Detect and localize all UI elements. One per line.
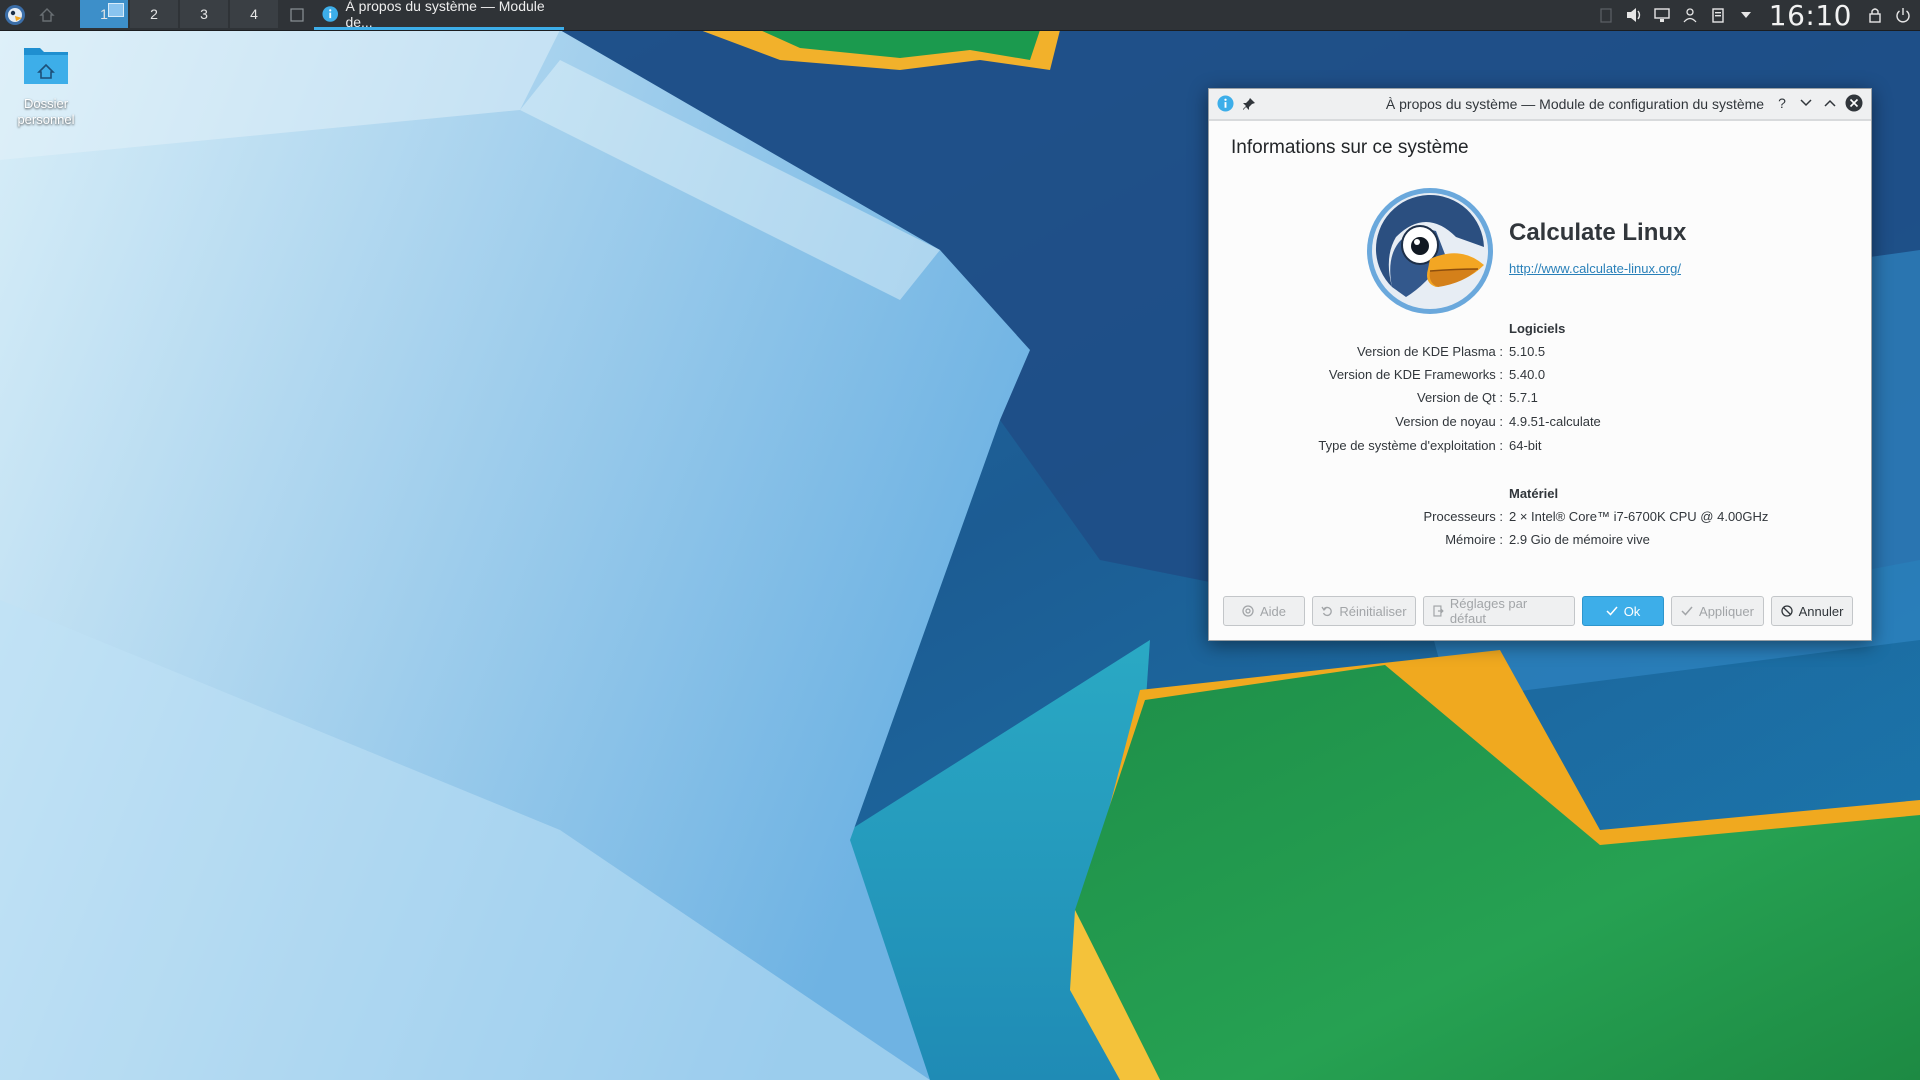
info-key: Version de KDE Frameworks :: [1328, 367, 1503, 382]
checkmark-icon: [1606, 606, 1618, 616]
power-icon[interactable]: [1894, 6, 1912, 24]
dialog-button-bar: Aide Réinitialiser Réglages par défaut O…: [1223, 596, 1853, 626]
dialog-title: À propos du système — Module de configur…: [1385, 96, 1765, 112]
pager-desktop-1[interactable]: 1: [80, 0, 128, 28]
info-row-processors: Processeurs : 2 × Intel® Core™ i7-6700K …: [1209, 509, 1873, 527]
maximize-icon[interactable]: [1821, 94, 1839, 112]
pager-desktop-label: 1: [100, 6, 108, 22]
show-desktop-button[interactable]: [280, 0, 314, 30]
clock[interactable]: 16:10: [1769, 0, 1852, 32]
defaults-button[interactable]: Réglages par défaut: [1423, 596, 1575, 626]
info-row-qt: Version de Qt : 5.7.1: [1209, 390, 1873, 408]
volume-icon[interactable]: [1625, 6, 1643, 24]
desktop-icon-home-folder[interactable]: Dossier personnel: [6, 42, 86, 128]
show-desktop-icon: [290, 8, 304, 22]
pager-desktop-label: 3: [200, 6, 208, 22]
pin-icon[interactable]: [1242, 97, 1256, 111]
info-value: 2 × Intel® Core™ i7-6700K CPU @ 4.00GHz: [1509, 509, 1769, 524]
about-system-dialog: À propos du système — Module de configur…: [1208, 88, 1872, 641]
taskbar-task-system-settings[interactable]: À propos du système — Module de...: [314, 0, 564, 30]
info-icon[interactable]: [1217, 95, 1234, 112]
calculate-linux-logo-icon: [1367, 188, 1493, 314]
folder-home-icon: [24, 48, 68, 84]
virtual-desktop-pager: 1 2 3 4: [80, 0, 280, 30]
home-icon[interactable]: [30, 0, 64, 30]
taskbar: 1 2 3 4 À propos du système — Module de.…: [0, 0, 1920, 32]
info-value: 64-bit: [1509, 438, 1542, 453]
info-value: 5.10.5: [1509, 344, 1546, 359]
info-row-frameworks: Version de KDE Frameworks : 5.40.0: [1209, 367, 1873, 385]
lock-screen-icon[interactable]: [1866, 6, 1884, 24]
help-lifebuoy-icon: [1242, 605, 1254, 617]
calculate-logo-icon: [5, 5, 25, 25]
clipboard-dim-icon[interactable]: [1597, 6, 1615, 24]
network-icon[interactable]: [1653, 6, 1671, 24]
dialog-titlebar[interactable]: À propos du système — Module de configur…: [1209, 89, 1871, 120]
pager-desktop-2[interactable]: 2: [130, 0, 178, 28]
info-value: 2.9 Gio de mémoire vive: [1509, 532, 1650, 547]
info-row-os-type: Type de système d'exploitation : 64-bit: [1209, 438, 1873, 456]
document-revert-icon: [1433, 605, 1444, 617]
application-launcher[interactable]: [0, 0, 30, 30]
hardware-section-title: Matériel: [1509, 486, 1559, 501]
ok-button-label: Ok: [1623, 603, 1641, 619]
help-button[interactable]: Aide: [1223, 596, 1305, 626]
minimize-icon[interactable]: [1797, 94, 1815, 112]
apply-button[interactable]: Appliquer: [1671, 596, 1764, 626]
system-tray: 16:10: [1597, 0, 1920, 32]
pager-desktop-label: 4: [250, 6, 258, 22]
distro-website-link[interactable]: http://www.calculate-linux.org/: [1509, 261, 1681, 276]
reset-button-label: Réinitialiser: [1339, 603, 1407, 619]
info-key: Version de noyau :: [1395, 414, 1503, 429]
help-question-icon[interactable]: ?: [1773, 94, 1791, 112]
pager-window-thumbnail: [108, 3, 124, 17]
close-icon[interactable]: [1845, 94, 1863, 112]
info-key: Type de système d'exploitation :: [1318, 438, 1503, 453]
info-row-plasma: Version de KDE Plasma : 5.10.5: [1209, 344, 1873, 362]
info-row-kernel: Version de noyau : 4.9.51-calculate: [1209, 414, 1873, 432]
distro-name: Calculate Linux: [1509, 219, 1687, 246]
info-key: Processeurs :: [1423, 509, 1503, 524]
cancel-button[interactable]: Annuler: [1771, 596, 1853, 626]
info-key: Version de Qt :: [1417, 390, 1503, 405]
clipboard-icon[interactable]: [1709, 6, 1727, 24]
info-key: Version de KDE Plasma :: [1357, 344, 1503, 359]
info-value: 4.9.51-calculate: [1509, 414, 1601, 429]
desktop-icon-label-line1: Dossier: [23, 96, 69, 111]
defaults-button-label: Réglages par défaut: [1449, 596, 1528, 626]
ok-button[interactable]: Ok: [1582, 596, 1664, 626]
info-icon: [322, 5, 338, 22]
cancel-button-label: Annuler: [1798, 603, 1844, 619]
software-section-title: Logiciels: [1509, 321, 1566, 336]
pager-desktop-3[interactable]: 3: [180, 0, 228, 28]
user-switcher-icon[interactable]: [1681, 6, 1699, 24]
checkmark-icon: [1681, 606, 1693, 616]
task-title: À propos du système — Module de...: [345, 0, 545, 30]
pager-desktop-4[interactable]: 4: [230, 0, 278, 28]
info-row-memory: Mémoire : 2.9 Gio de mémoire vive: [1209, 532, 1873, 550]
tray-expand-arrow-icon[interactable]: [1737, 6, 1755, 24]
dialog-content: Informations sur ce système Calculate Li…: [1209, 120, 1871, 640]
info-value: 5.7.1: [1509, 390, 1538, 405]
apply-button-label: Appliquer: [1699, 603, 1754, 619]
page-title: Informations sur ce système: [1231, 137, 1469, 158]
desktop-icon-label-line2: personnel: [17, 112, 75, 127]
undo-icon: [1321, 606, 1333, 617]
info-key: Mémoire :: [1445, 532, 1503, 547]
reset-button[interactable]: Réinitialiser: [1312, 596, 1416, 626]
info-value: 5.40.0: [1509, 367, 1546, 382]
help-button-label: Aide: [1259, 603, 1287, 619]
pager-desktop-label: 2: [150, 6, 158, 22]
cancel-icon: [1780, 605, 1793, 617]
